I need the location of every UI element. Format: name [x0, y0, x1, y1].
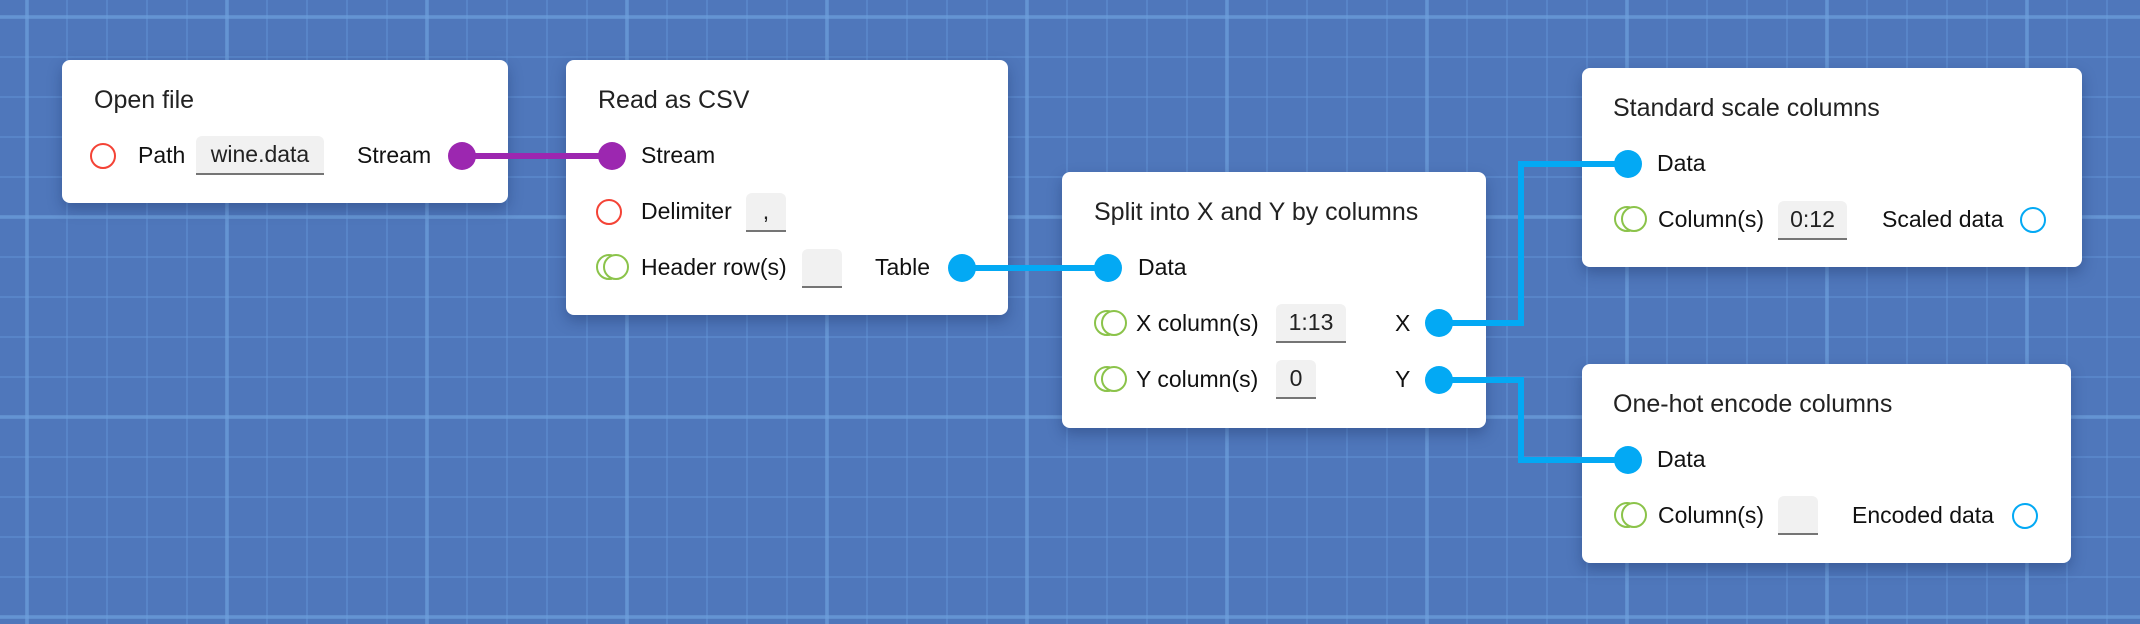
optional-input-double-ring-icon[interactable]	[1614, 206, 1648, 234]
unconnected-output-ring-icon[interactable]	[2012, 503, 2038, 529]
node-title: Split into X and Y by columns	[1094, 198, 1419, 226]
node-one-hot-encode[interactable]: One-hot encode columns Data Column(s) En…	[1582, 364, 2071, 563]
y-output-pin-icon[interactable]	[1425, 366, 1453, 394]
data-input-pin-icon[interactable]	[1614, 150, 1642, 178]
path-label: Path	[138, 142, 186, 168]
y-output-label: Y	[1395, 366, 1411, 392]
node-open-file[interactable]: Open file Path wine.data Stream	[62, 60, 508, 203]
columns-input[interactable]	[1778, 496, 1818, 535]
data-input-pin-icon[interactable]	[1094, 254, 1122, 282]
data-input-pin-icon[interactable]	[1614, 446, 1642, 474]
data-input-label: Data	[1138, 254, 1187, 280]
x-columns-label: X column(s)	[1136, 310, 1259, 336]
node-title: Open file	[94, 86, 195, 114]
optional-input-double-ring-icon[interactable]	[1094, 366, 1128, 394]
node-title: Standard scale columns	[1613, 94, 1880, 122]
columns-label: Column(s)	[1658, 502, 1765, 528]
required-input-ring-icon[interactable]	[596, 199, 622, 225]
table-output-pin-icon[interactable]	[948, 254, 976, 282]
columns-label: Column(s)	[1658, 206, 1765, 232]
optional-input-double-ring-icon[interactable]	[1094, 310, 1128, 338]
scaled-data-output-label: Scaled data	[1882, 206, 2004, 232]
encoded-data-output-label: Encoded data	[1852, 502, 1994, 528]
x-columns-input[interactable]: 1:13	[1276, 304, 1346, 343]
node-title: One-hot encode columns	[1613, 390, 1893, 418]
stream-input-pin-icon[interactable]	[598, 142, 626, 170]
required-input-ring-icon[interactable]	[90, 143, 116, 169]
data-input-label: Data	[1657, 446, 1706, 472]
delimiter-label: Delimiter	[641, 198, 732, 224]
y-columns-input[interactable]: 0	[1276, 360, 1316, 399]
columns-input[interactable]: 0:12	[1778, 201, 1847, 240]
data-input-label: Data	[1657, 150, 1706, 176]
header-rows-input[interactable]	[802, 249, 842, 288]
y-columns-label: Y column(s)	[1136, 366, 1259, 392]
x-output-label: X	[1395, 310, 1411, 336]
optional-input-double-ring-icon[interactable]	[1614, 502, 1648, 530]
table-output-label: Table	[875, 254, 930, 280]
stream-output-pin-icon[interactable]	[448, 142, 476, 170]
stream-input-label: Stream	[641, 142, 716, 168]
node-title: Read as CSV	[598, 86, 750, 114]
node-read-as-csv[interactable]: Read as CSV Stream Delimiter , Header ro…	[566, 60, 1008, 315]
node-split-x-y[interactable]: Split into X and Y by columns Data X col…	[1062, 172, 1486, 428]
path-input[interactable]: wine.data	[196, 136, 324, 175]
delimiter-input[interactable]: ,	[746, 193, 786, 232]
x-output-pin-icon[interactable]	[1425, 309, 1453, 337]
unconnected-output-ring-icon[interactable]	[2020, 207, 2046, 233]
header-rows-label: Header row(s)	[641, 254, 787, 280]
node-standard-scale[interactable]: Standard scale columns Data Column(s) 0:…	[1582, 68, 2082, 267]
optional-input-double-ring-icon[interactable]	[596, 254, 630, 282]
stream-output-label: Stream	[357, 142, 432, 168]
